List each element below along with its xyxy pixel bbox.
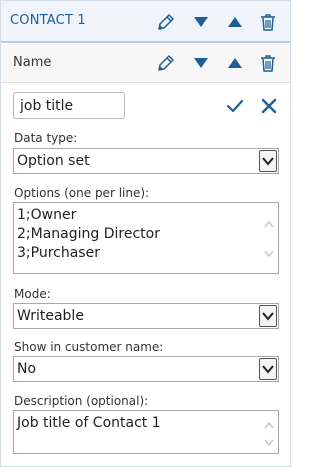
show-in-name-select[interactable]: No bbox=[13, 356, 279, 382]
chevron-down-icon[interactable] bbox=[259, 358, 277, 380]
contact-panel: CONTACT 1 Name job title Data type: Opti… bbox=[0, 0, 291, 467]
field-move-up-icon[interactable] bbox=[225, 53, 245, 73]
option-line: 2;Managing Director bbox=[17, 226, 160, 242]
data-type-value: Option set bbox=[17, 153, 90, 169]
description-textarea[interactable]: Job title of Contact 1 bbox=[13, 410, 279, 454]
chevron-down-icon[interactable] bbox=[259, 150, 277, 172]
options-textarea[interactable]: 1;Owner 2;Managing Director 3;Purchaser bbox=[13, 202, 279, 274]
field-header: Name bbox=[1, 44, 290, 83]
delete-contact-icon[interactable] bbox=[258, 12, 278, 32]
data-type-label: Data type: bbox=[14, 131, 78, 145]
edit-field-icon[interactable] bbox=[156, 53, 176, 73]
delete-field-icon[interactable] bbox=[258, 53, 278, 73]
mode-select[interactable]: Writeable bbox=[13, 303, 279, 329]
field-name-input[interactable] bbox=[13, 92, 125, 119]
description-text: Job title of Contact 1 bbox=[17, 415, 161, 431]
options-label: Options (one per line): bbox=[14, 186, 150, 200]
mode-value: Writeable bbox=[17, 308, 84, 324]
confirm-check-icon[interactable] bbox=[225, 96, 245, 116]
option-line: 1;Owner bbox=[17, 207, 77, 223]
move-down-icon[interactable] bbox=[191, 12, 211, 32]
chevron-down-icon[interactable] bbox=[259, 305, 277, 327]
scroll-down-icon[interactable] bbox=[263, 249, 275, 259]
scroll-up-icon[interactable] bbox=[263, 219, 275, 229]
description-label: Description (optional): bbox=[14, 394, 149, 408]
mode-label: Mode: bbox=[14, 287, 51, 301]
field-title: Name bbox=[13, 55, 52, 70]
show-in-name-value: No bbox=[17, 361, 37, 377]
scroll-down-icon[interactable] bbox=[263, 438, 275, 448]
scroll-up-icon[interactable] bbox=[263, 420, 275, 430]
show-in-name-label: Show in customer name: bbox=[14, 340, 164, 354]
option-line: 3;Purchaser bbox=[17, 245, 100, 261]
move-up-icon[interactable] bbox=[225, 12, 245, 32]
contact-title: CONTACT 1 bbox=[10, 13, 86, 28]
edit-contact-icon[interactable] bbox=[156, 12, 176, 32]
field-move-down-icon[interactable] bbox=[191, 53, 211, 73]
cancel-close-icon[interactable] bbox=[259, 96, 279, 116]
contact-header: CONTACT 1 bbox=[1, 1, 290, 43]
data-type-select[interactable]: Option set bbox=[13, 148, 279, 174]
